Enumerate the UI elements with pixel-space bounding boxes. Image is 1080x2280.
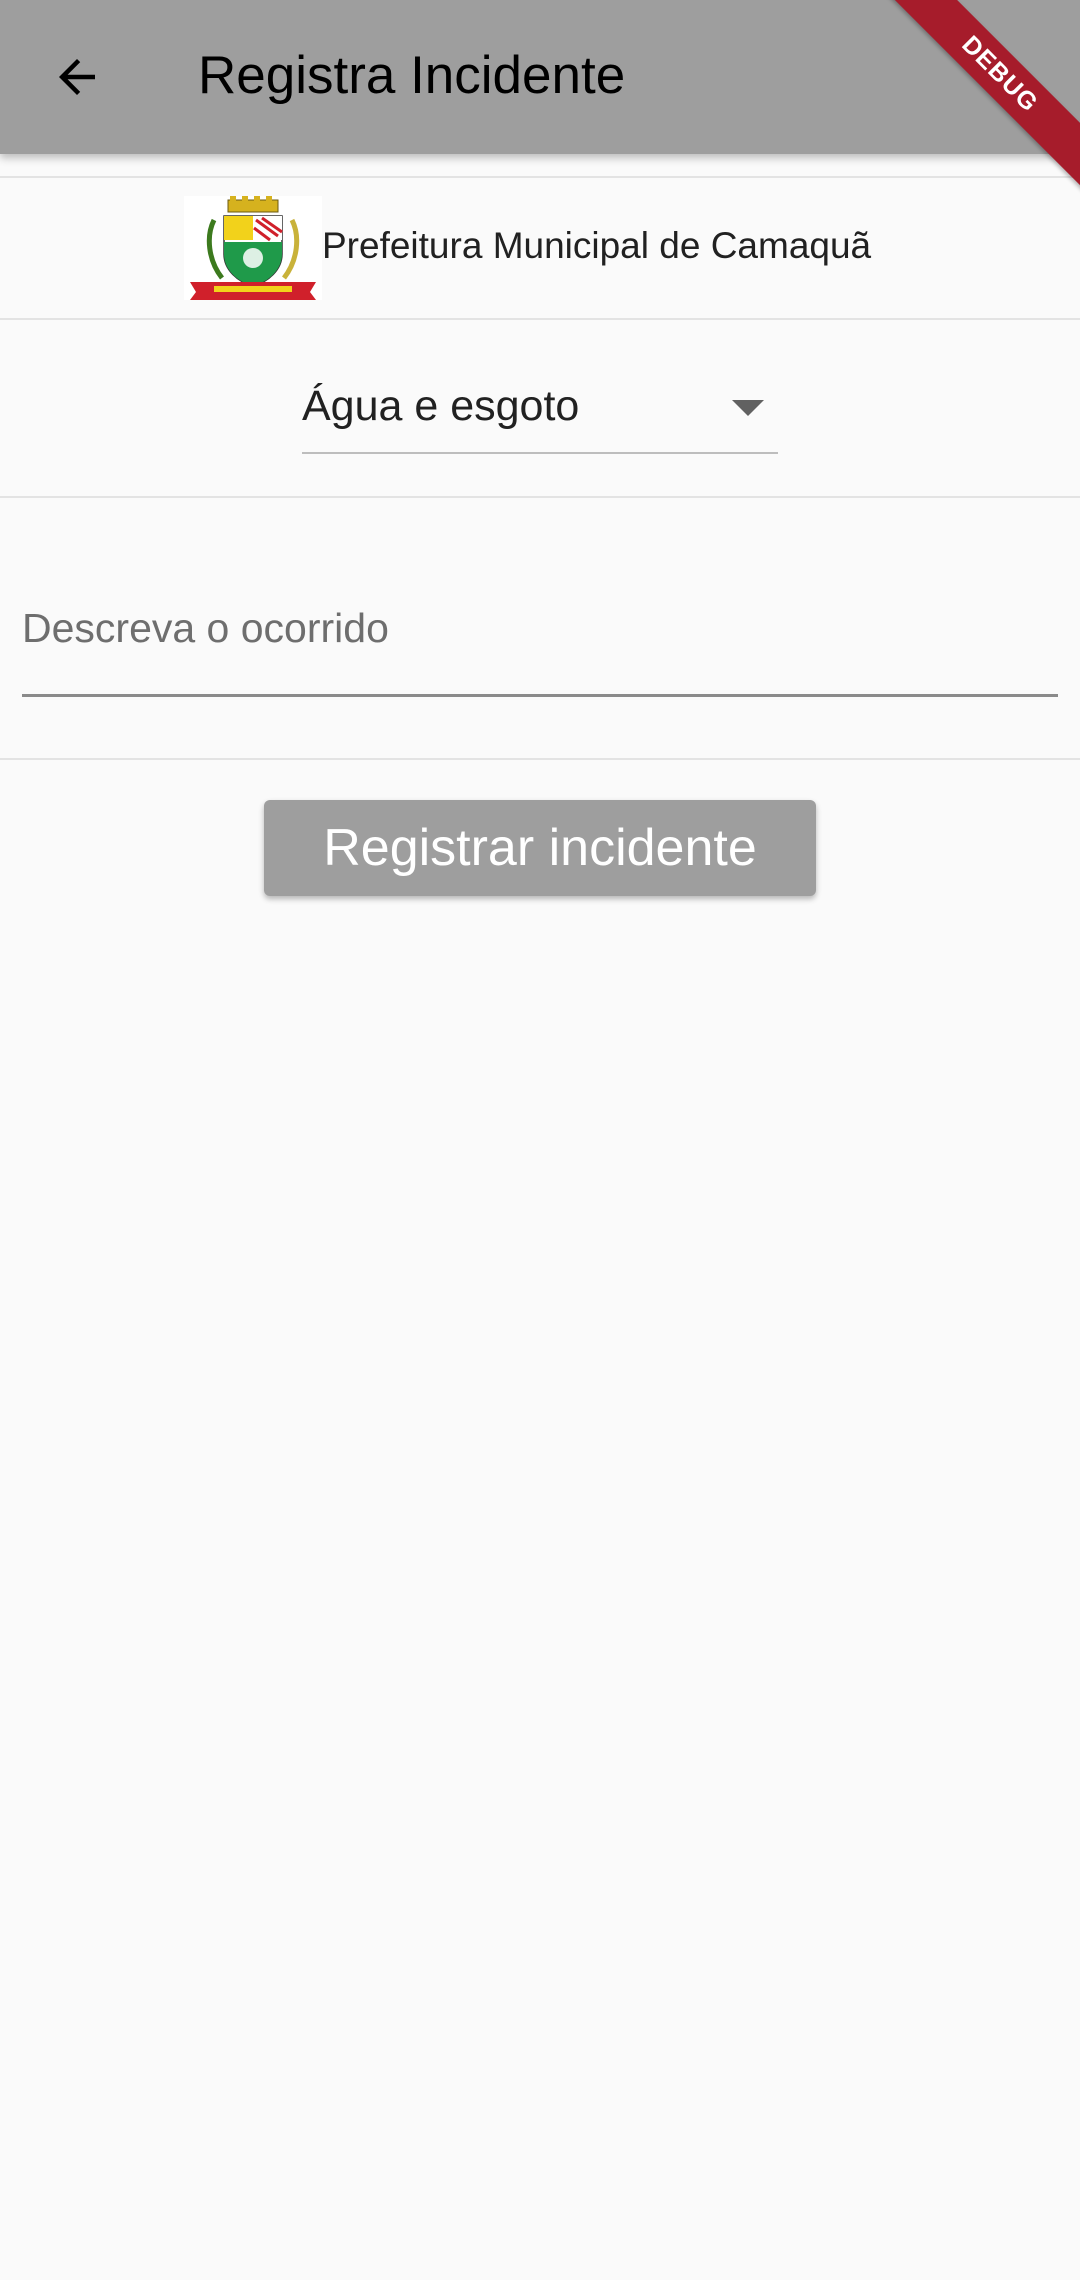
- arrow-drop-down-icon: [732, 400, 764, 416]
- description-input[interactable]: [22, 598, 1022, 658]
- divider: [0, 318, 1080, 320]
- description-field[interactable]: [22, 580, 1058, 697]
- divider: [0, 758, 1080, 760]
- arrow-back-icon: [59, 59, 95, 95]
- organization-name: Prefeitura Municipal de Camaquã: [322, 225, 872, 266]
- back-button[interactable]: [36, 36, 118, 118]
- organization-header: Prefeitura Municipal de Camaquã: [0, 178, 1080, 316]
- register-incident-button[interactable]: Registrar incidente: [264, 800, 816, 896]
- app-bar: Registra Incidente: [0, 0, 1080, 154]
- category-dropdown[interactable]: Água e esgoto: [302, 370, 778, 454]
- category-selected-value: Água e esgoto: [302, 382, 580, 430]
- municipal-crest-logo: [184, 196, 322, 300]
- page-title: Registra Incidente: [198, 46, 626, 105]
- divider: [0, 496, 1080, 498]
